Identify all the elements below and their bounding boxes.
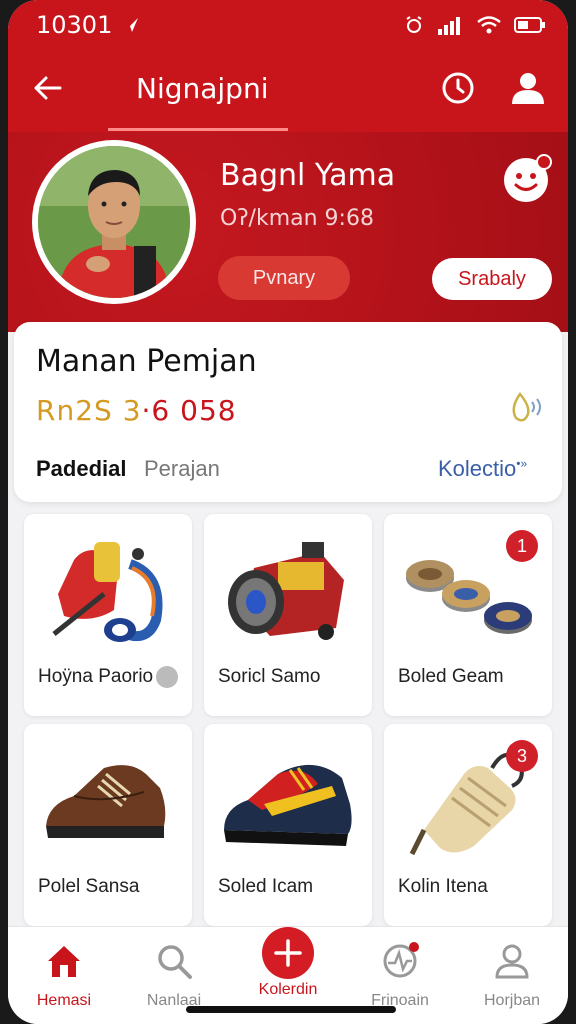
clock-icon[interactable] xyxy=(440,70,476,106)
collection-link-label: Kolectio xyxy=(438,456,517,481)
summary-label-light: Perajan xyxy=(144,456,220,481)
search-icon xyxy=(158,945,192,979)
product-tile[interactable]: Boled Geam 1 xyxy=(384,514,552,716)
top-app-bar: Nignajpni xyxy=(8,50,568,132)
product-tile[interactable]: Soled Icam xyxy=(204,724,372,926)
wifi-icon xyxy=(477,16,501,34)
nav-label: Kolerdin xyxy=(258,981,318,998)
summary-amount: Rn2S 3·6 058 xyxy=(36,394,237,427)
alarm-icon xyxy=(406,16,422,33)
product-name: Kolin Itena xyxy=(398,876,488,897)
avatar-image xyxy=(38,146,190,298)
nav-label: Hemasi xyxy=(36,992,92,1009)
add-icon xyxy=(262,927,314,979)
home-icon xyxy=(48,946,80,977)
product-tile[interactable]: Hoÿna Paorio xyxy=(24,514,192,716)
status-time-group: 10301 xyxy=(36,11,140,39)
user-icon[interactable] xyxy=(508,68,548,108)
page-title: Nignajpni xyxy=(136,72,269,105)
product-image-sneaker xyxy=(224,764,352,846)
item-count-badge: 1 xyxy=(506,530,538,562)
product-image-leather-shoe xyxy=(46,765,166,838)
status-time: 10301 xyxy=(36,11,113,39)
summary-label-bold: Padedial xyxy=(36,456,127,481)
product-image-boot-gear xyxy=(52,542,163,642)
home-indicator[interactable] xyxy=(186,1006,396,1013)
phone-screen: 10301 Nignajpni Bagnl Yama Oʔ/kman 9:68 … xyxy=(8,0,568,1024)
summary-card: Manan Pemjan Rn2S 3·6 058 Padedial Peraj… xyxy=(14,322,562,502)
signal-icon xyxy=(438,17,460,35)
summary-title: Manan Pemjan xyxy=(36,344,257,379)
amount-part-2: ·6 058 xyxy=(141,394,237,427)
primary-button[interactable]: Pvnary xyxy=(218,256,350,300)
nav-home[interactable]: Hemasi xyxy=(14,935,114,1015)
product-name: Soricl Samo xyxy=(218,666,321,687)
location-arrow-icon xyxy=(124,18,139,32)
profile-header: Bagnl Yama Oʔ/kman 9:68 Pvnary Srabaly xyxy=(8,132,568,332)
secondary-button[interactable]: Srabaly xyxy=(432,258,552,300)
amount-part-1: Rn2S 3 xyxy=(36,394,142,427)
product-name: Hoÿna Paorio xyxy=(38,666,154,687)
edit-icon[interactable] xyxy=(156,666,178,688)
product-name: Polel Sansa xyxy=(38,876,140,897)
title-underline xyxy=(108,128,288,131)
nav-label: Horjban xyxy=(483,992,541,1009)
product-image-engine-part xyxy=(228,542,344,640)
chevron-small-icon: •» xyxy=(516,456,528,471)
avatar[interactable] xyxy=(32,140,196,304)
activity-icon xyxy=(383,942,419,978)
sound-wave-icon[interactable] xyxy=(504,390,544,426)
profile-subtitle: Oʔ/kman 9:68 xyxy=(220,206,374,231)
profile-icon xyxy=(495,944,529,979)
item-count-badge: 3 xyxy=(506,740,538,772)
back-arrow-icon[interactable] xyxy=(30,70,66,106)
product-tile[interactable]: Kolin Itena 3 xyxy=(384,724,552,926)
status-bar: 10301 xyxy=(8,0,568,50)
battery-icon xyxy=(514,17,545,33)
product-name: Soled Icam xyxy=(218,876,314,897)
nav-activity[interactable]: Frinoain xyxy=(350,935,450,1015)
product-tile[interactable]: Polel Sansa xyxy=(24,724,192,926)
nav-add[interactable]: Kolerdin xyxy=(238,927,338,1007)
product-name: Boled Geam xyxy=(398,666,504,687)
profile-name: Bagnl Yama xyxy=(220,158,396,193)
nav-search[interactable]: Nanlaai xyxy=(124,935,224,1015)
product-tile[interactable]: Soricl Samo xyxy=(204,514,372,716)
collection-link[interactable]: Kolectio•» xyxy=(438,456,527,482)
nav-profile[interactable]: Horjban xyxy=(462,935,562,1015)
status-icons xyxy=(404,15,546,35)
smiley-notification-icon[interactable] xyxy=(502,154,552,204)
